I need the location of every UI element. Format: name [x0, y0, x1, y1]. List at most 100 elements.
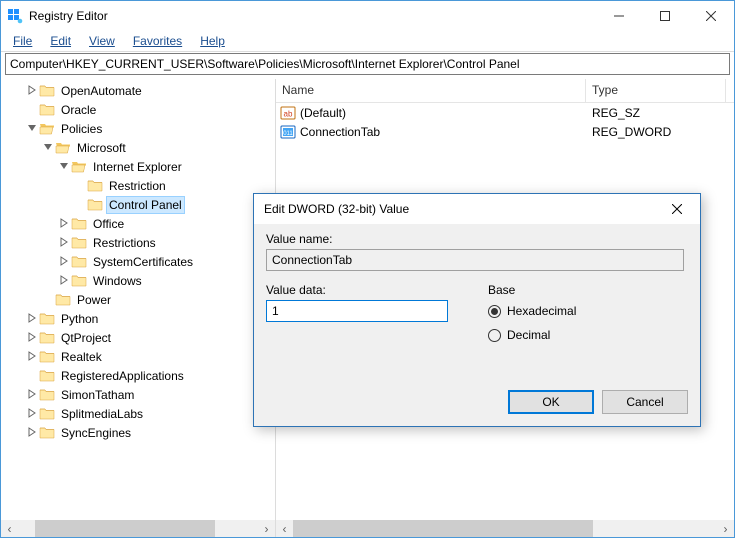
tree-twisty-icon[interactable] [73, 179, 87, 193]
folder-icon [39, 349, 55, 365]
dialog-buttons: OK Cancel [508, 390, 688, 414]
tree-item-label: Restrictions [91, 235, 158, 251]
tree-item-label: Python [59, 311, 100, 327]
list-horizontal-scrollbar[interactable]: ‹ › [276, 520, 734, 537]
scroll-right-button[interactable]: › [717, 520, 734, 537]
tree-item[interactable]: SyncEngines [1, 423, 275, 442]
maximize-button[interactable] [642, 1, 688, 31]
tree-view[interactable]: OpenAutomateOracle Policies MicrosoftInter… [1, 79, 275, 520]
tree-twisty-icon[interactable] [73, 198, 87, 212]
menu-view[interactable]: View [81, 32, 123, 50]
value-name-cell: 011ConnectionTab [276, 124, 586, 140]
tree-twisty-icon[interactable] [25, 426, 39, 440]
address-bar[interactable]: Computer\HKEY_CURRENT_USER\Software\Poli… [5, 53, 730, 75]
value-row[interactable]: ab(Default)REG_SZ [276, 103, 734, 122]
value-type-cell: REG_SZ [586, 106, 726, 120]
menu-favorites[interactable]: Favorites [125, 32, 190, 50]
value-data-label: Value data: [266, 283, 448, 297]
value-name-cell: ab(Default) [276, 105, 586, 121]
column-type[interactable]: Type [586, 79, 726, 102]
radio-hexadecimal[interactable]: Hexadecimal [488, 301, 576, 321]
tree-twisty-icon[interactable] [25, 84, 39, 98]
tree-twisty-icon[interactable] [25, 369, 39, 383]
tree-twisty-icon[interactable] [25, 103, 39, 117]
tree-twisty-icon[interactable] [25, 331, 39, 345]
tree-twisty-icon[interactable] [57, 217, 71, 231]
radio-dec-label: Decimal [507, 328, 550, 342]
tree-twisty-icon[interactable] [57, 236, 71, 250]
regedit-icon [7, 8, 23, 24]
tree-item[interactable]: Realtek [1, 347, 275, 366]
tree-twisty-icon[interactable] [25, 350, 39, 364]
folder-icon [39, 387, 55, 403]
folder-icon [55, 292, 71, 308]
address-path: Computer\HKEY_CURRENT_USER\Software\Poli… [10, 57, 520, 71]
scroll-thumb[interactable] [35, 520, 215, 537]
menubar: File Edit View Favorites Help [1, 31, 734, 51]
tree-twisty-icon[interactable] [25, 407, 39, 421]
tree-twisty-icon[interactable] [57, 255, 71, 269]
folder-icon [55, 140, 71, 156]
value-name-label: Value name: [266, 232, 688, 246]
tree-twisty-icon[interactable] [41, 293, 55, 307]
folder-icon [39, 425, 55, 441]
base-label: Base [488, 283, 576, 297]
menu-help[interactable]: Help [192, 32, 233, 50]
tree-item[interactable]: QtProject [1, 328, 275, 347]
folder-icon [39, 311, 55, 327]
tree-twisty-icon[interactable] [41, 141, 55, 155]
registry-editor-window: Registry Editor File Edit View Favorites… [0, 0, 735, 538]
value-data-input[interactable] [266, 300, 448, 322]
value-row[interactable]: 011ConnectionTabREG_DWORD [276, 122, 734, 141]
folder-icon [39, 102, 55, 118]
folder-icon [87, 178, 103, 194]
tree-item[interactable]: Control Panel [1, 195, 275, 214]
tree-twisty-icon[interactable] [25, 312, 39, 326]
tree-item[interactable]: Office [1, 214, 275, 233]
tree-pane: OpenAutomateOracle Policies MicrosoftInter… [1, 79, 276, 537]
scroll-track[interactable] [18, 520, 258, 537]
tree-horizontal-scrollbar[interactable]: ‹ › [1, 520, 275, 537]
tree-item[interactable]: Oracle [1, 100, 275, 119]
tree-item[interactable]: RegisteredApplications [1, 366, 275, 385]
tree-item[interactable]: Restriction [1, 176, 275, 195]
ok-button[interactable]: OK [508, 390, 594, 414]
minimize-button[interactable] [596, 1, 642, 31]
tree-item[interactable]: Python [1, 309, 275, 328]
tree-item[interactable]: Internet Explorer [1, 157, 275, 176]
tree-item[interactable]: Windows [1, 271, 275, 290]
scroll-track[interactable] [293, 520, 717, 537]
scroll-left-button[interactable]: ‹ [1, 520, 18, 537]
dialog-close-button[interactable] [656, 195, 698, 223]
tree-item-label: Realtek [59, 349, 104, 365]
radio-decimal[interactable]: Decimal [488, 325, 576, 345]
scroll-right-button[interactable]: › [258, 520, 275, 537]
close-button[interactable] [688, 1, 734, 31]
tree-item[interactable]: Restrictions [1, 233, 275, 252]
tree-item[interactable]: OpenAutomate [1, 81, 275, 100]
tree-twisty-icon[interactable] [25, 388, 39, 402]
folder-icon [71, 235, 87, 251]
tree-item-label: Policies [59, 121, 104, 137]
tree-twisty-icon[interactable] [57, 160, 71, 174]
menu-file[interactable]: File [5, 32, 40, 50]
tree-item[interactable]: SimonTatham [1, 385, 275, 404]
menu-edit[interactable]: Edit [42, 32, 79, 50]
cancel-button[interactable]: Cancel [602, 390, 688, 414]
tree-item[interactable]: SplitmediaLabs [1, 404, 275, 423]
tree-item[interactable]: Microsoft [1, 138, 275, 157]
folder-icon [71, 216, 87, 232]
tree-item[interactable]: Power [1, 290, 275, 309]
scroll-left-button[interactable]: ‹ [276, 520, 293, 537]
tree-item[interactable]: Policies [1, 119, 275, 138]
tree-item-label: Microsoft [75, 140, 128, 156]
string-value-icon: ab [280, 105, 296, 121]
tree-item-label: OpenAutomate [59, 83, 144, 99]
tree-twisty-icon[interactable] [25, 122, 39, 136]
tree-twisty-icon[interactable] [57, 274, 71, 288]
column-name[interactable]: Name [276, 79, 586, 102]
folder-icon [39, 121, 55, 137]
scroll-thumb[interactable] [293, 520, 593, 537]
tree-item[interactable]: SystemCertificates [1, 252, 275, 271]
dialog-titlebar: Edit DWORD (32-bit) Value [254, 194, 700, 224]
